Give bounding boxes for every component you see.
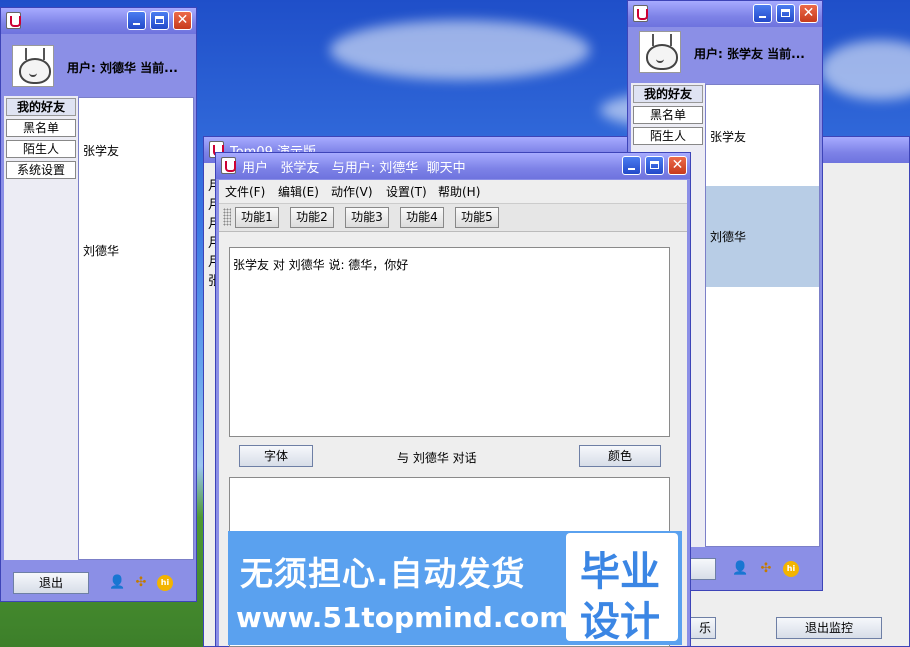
friend-item[interactable]: 张学友 bbox=[83, 142, 119, 159]
function-3-button[interactable]: 功能3 bbox=[345, 207, 389, 228]
puzzle-icon[interactable]: ✣ bbox=[758, 561, 774, 577]
close-button[interactable]: ✕ bbox=[668, 156, 687, 175]
user-status-label: 用户: 张学友 当前... bbox=[694, 47, 805, 61]
badge-bottom-text: 设计 bbox=[580, 599, 660, 645]
banner-url: www.51topmind.com bbox=[236, 601, 569, 634]
minimize-button[interactable] bbox=[753, 4, 772, 23]
desktop-cloud bbox=[330, 20, 590, 80]
friend-item[interactable]: 张学友 bbox=[710, 128, 746, 145]
color-button[interactable]: 颜色 bbox=[579, 445, 661, 467]
tab-column: 我的好友 黑名单 陌生人 系统设置 bbox=[4, 96, 78, 560]
toolbar-grip[interactable] bbox=[223, 208, 231, 226]
menu-action[interactable]: 动作(V) bbox=[331, 183, 373, 200]
tab-blacklist[interactable]: 黑名单 bbox=[6, 119, 76, 137]
function-toolbar: 功能1 功能2 功能3 功能4 功能5 bbox=[219, 203, 687, 232]
tab-my-friends[interactable]: 我的好友 bbox=[633, 85, 703, 103]
menu-help[interactable]: 帮助(H) bbox=[438, 183, 480, 200]
exit-button[interactable]: 退出 bbox=[13, 572, 89, 594]
title-bar[interactable]: 用户 张学友 与用户: 刘德华 聊天中 ✕ bbox=[216, 153, 690, 179]
tab-strangers[interactable]: 陌生人 bbox=[633, 127, 703, 145]
friend-item[interactable]: 刘德华 bbox=[83, 242, 119, 259]
friend-list: 张学友 刘德华 bbox=[78, 97, 194, 560]
java-icon bbox=[633, 5, 648, 22]
java-icon bbox=[221, 157, 236, 174]
close-button[interactable]: ✕ bbox=[799, 4, 818, 23]
tab-system-settings[interactable]: 系统设置 bbox=[6, 161, 76, 179]
function-2-button[interactable]: 功能2 bbox=[290, 207, 334, 228]
banner-slogan: 无须担心.自动发货 bbox=[240, 554, 526, 593]
title-bar[interactable]: ✕ bbox=[1, 8, 196, 34]
banner-badge: 毕业 设计 bbox=[566, 533, 678, 645]
java-icon bbox=[6, 12, 21, 29]
friends-window-left: ✕ 用户: 刘德华 当前... 我的好友 黑名单 陌生人 系统设置 张学友 刘德… bbox=[0, 7, 197, 602]
dialog-label: 与 刘德华 对话 bbox=[397, 451, 477, 465]
user-status-label: 用户: 刘德华 当前... bbox=[67, 61, 178, 75]
window-title: 用户 张学友 与用户: 刘德华 聊天中 bbox=[242, 161, 466, 176]
exit-monitor-button[interactable]: 退出监控 bbox=[776, 617, 882, 639]
maximize-button[interactable] bbox=[645, 156, 664, 175]
friend-item: 刘德华 bbox=[710, 230, 747, 244]
tab-my-friends[interactable]: 我的好友 bbox=[6, 98, 76, 116]
hi-icon[interactable]: hi bbox=[157, 575, 173, 591]
close-button[interactable]: ✕ bbox=[173, 11, 192, 30]
avatar bbox=[639, 31, 681, 73]
chat-message: 张学友 对 刘德华 说: 德华，你好 bbox=[233, 258, 409, 272]
avatar bbox=[12, 45, 54, 87]
function-1-button[interactable]: 功能1 bbox=[235, 207, 279, 228]
maximize-button[interactable] bbox=[776, 4, 795, 23]
menu-settings[interactable]: 设置(T) bbox=[386, 183, 427, 200]
puzzle-icon[interactable]: ✣ bbox=[133, 575, 149, 591]
menu-file[interactable]: 文件(F) bbox=[225, 183, 265, 200]
function-4-button[interactable]: 功能4 bbox=[400, 207, 444, 228]
message-history[interactable]: 张学友 对 刘德华 说: 德华，你好 bbox=[229, 247, 670, 437]
tab-strangers[interactable]: 陌生人 bbox=[6, 140, 76, 158]
watermark-banner: 无须担心.自动发货 www.51topmind.com 毕业 设计 bbox=[228, 531, 682, 645]
selected-row[interactable]: 刘德华 bbox=[706, 186, 819, 287]
menu-bar: 文件(F) 编辑(E) 动作(V) 设置(T) 帮助(H) bbox=[219, 180, 687, 202]
desktop-cloud bbox=[820, 40, 910, 100]
function-5-button[interactable]: 功能5 bbox=[455, 207, 499, 228]
friend-list: 张学友 刘德华 bbox=[705, 84, 820, 547]
maximize-button[interactable] bbox=[150, 11, 169, 30]
menu-edit[interactable]: 编辑(E) bbox=[278, 183, 319, 200]
tab-blacklist[interactable]: 黑名单 bbox=[633, 106, 703, 124]
font-button[interactable]: 字体 bbox=[239, 445, 313, 467]
minimize-button[interactable] bbox=[127, 11, 146, 30]
user-icon[interactable]: 👤 bbox=[732, 561, 748, 577]
minimize-button[interactable] bbox=[622, 156, 641, 175]
user-icon[interactable]: 👤 bbox=[109, 575, 125, 591]
title-bar[interactable]: ✕ bbox=[628, 1, 822, 27]
hi-icon[interactable]: hi bbox=[783, 561, 799, 577]
